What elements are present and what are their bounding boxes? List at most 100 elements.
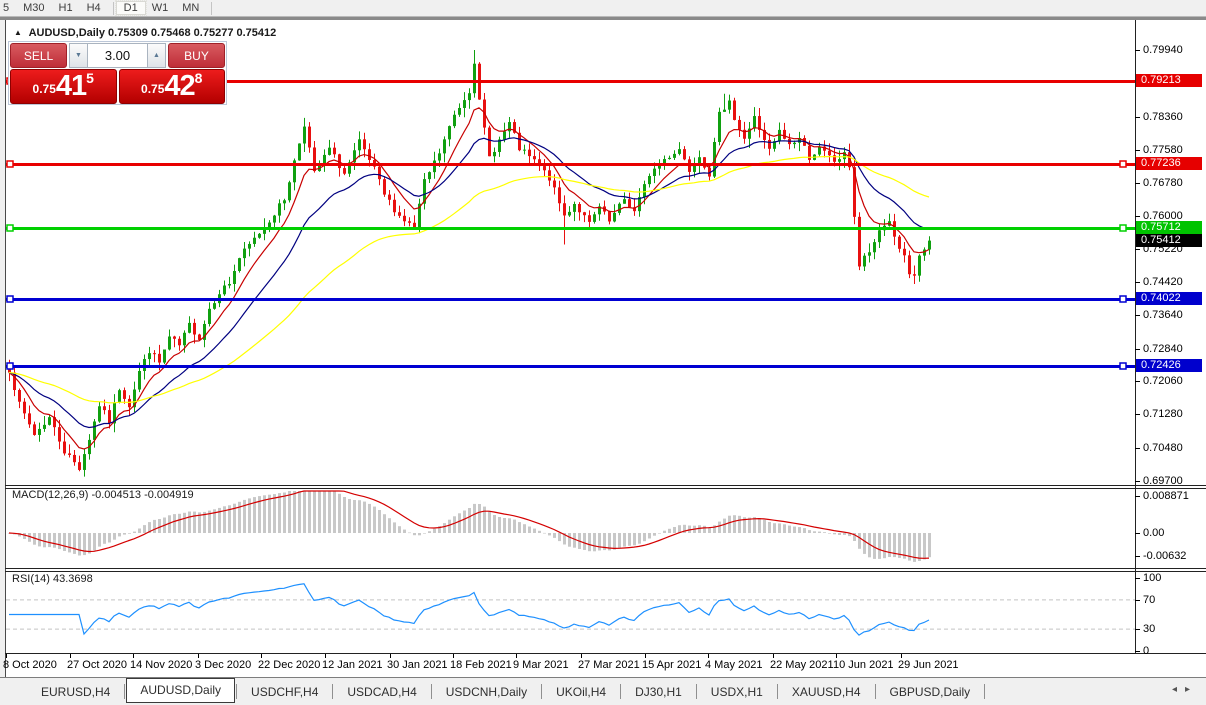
rsi-chart-canvas[interactable] <box>6 572 1135 653</box>
macd-tick-label: -0.00632 <box>1143 550 1187 562</box>
hline-0.75712[interactable] <box>6 227 1135 230</box>
price-tick-mark <box>1135 481 1140 482</box>
tab-usdcad-h4[interactable]: USDCAD,H4 <box>334 682 429 702</box>
hline-0.77236[interactable] <box>6 163 1135 166</box>
timeframe-button-w1[interactable]: W1 <box>144 1 177 15</box>
chart-title: ▲ AUDUSD,Daily 0.75309 0.75468 0.75277 0… <box>14 27 276 39</box>
rsi-tick-label: 70 <box>1143 594 1156 606</box>
price-tick-mark <box>1135 381 1140 382</box>
price-tick-label: 0.74420 <box>1143 276 1183 288</box>
trendline-handle[interactable] <box>6 295 14 303</box>
date-tick-mark <box>516 654 517 658</box>
pane-separator[interactable] <box>5 568 1206 569</box>
timeframe-button-m30[interactable]: M30 <box>15 1 52 15</box>
sell-price-quote[interactable]: 0.75 41 5 <box>10 69 117 104</box>
volume-stepper: ▼ 3.00 ▲ <box>69 43 166 68</box>
price-tick-mark <box>1135 216 1140 217</box>
buy-price-quote[interactable]: 0.75 42 8 <box>118 69 225 104</box>
volume-increase-button[interactable]: ▲ <box>147 43 166 68</box>
macd-tick-mark <box>1135 496 1140 497</box>
tab-dj30-h1[interactable]: DJ30,H1 <box>622 682 695 702</box>
date-tick-label: 22 May 2021 <box>770 659 834 671</box>
rsi-tick-mark <box>1135 629 1140 630</box>
tab-scroll-right-icon[interactable]: ▸ <box>1185 684 1198 695</box>
date-tick-mark <box>6 654 7 658</box>
tab-eurusd-h4[interactable]: EURUSD,H4 <box>28 682 123 702</box>
date-tick-label: 29 Jun 2021 <box>898 659 959 671</box>
candles-group <box>8 50 931 477</box>
date-tick-label: 15 Apr 2021 <box>642 659 702 671</box>
tab-ukoil-h4[interactable]: UKOil,H4 <box>543 682 619 702</box>
tab-usdcnh-daily[interactable]: USDCNH,Daily <box>433 682 540 702</box>
date-tick-label: 8 Oct 2020 <box>3 659 57 671</box>
price-tick-label: 0.69700 <box>1143 475 1183 487</box>
triangle-up-icon: ▲ <box>153 52 160 59</box>
buy-price-pip: 8 <box>194 70 203 86</box>
price-tick-mark <box>1135 448 1140 449</box>
trendline-handle[interactable] <box>1119 160 1127 168</box>
macd-tick-mark <box>1135 533 1140 534</box>
date-tick-label: 9 Mar 2021 <box>513 659 569 671</box>
tab-xauusd-h4[interactable]: XAUUSD,H4 <box>779 682 874 702</box>
date-tick-mark <box>261 654 262 658</box>
price-badge-075712: 0.75712 <box>1136 221 1202 234</box>
trendline-handle[interactable] <box>1119 362 1127 370</box>
timeframe-button-d1[interactable]: D1 <box>114 0 147 16</box>
price-badge-072426: 0.72426 <box>1136 359 1202 372</box>
volume-decrease-button[interactable]: ▼ <box>69 43 88 68</box>
hline-0.74022[interactable] <box>6 298 1135 301</box>
date-tick-label: 3 Dec 2020 <box>195 659 252 671</box>
volume-field[interactable]: 3.00 <box>88 43 147 68</box>
price-tick-mark <box>1135 282 1140 283</box>
sell-button[interactable]: SELL <box>10 43 67 68</box>
price-tick-mark <box>1135 414 1140 415</box>
price-tick-label: 0.72840 <box>1143 343 1183 355</box>
rsi-tick-label: 100 <box>1143 572 1162 584</box>
toolbar-separator <box>211 1 213 15</box>
timeframe-button-h1[interactable]: H1 <box>51 1 81 15</box>
date-tick-label: 27 Mar 2021 <box>578 659 640 671</box>
chart-ohlc-values: 0.75309 0.75468 0.75277 0.75412 <box>108 27 277 39</box>
date-tick-mark <box>325 654 326 658</box>
tab-scroll-left-icon[interactable]: ◂ <box>1172 684 1185 695</box>
date-tick-label: 27 Oct 2020 <box>67 659 127 671</box>
tab-usdx-h1[interactable]: USDX,H1 <box>698 682 776 702</box>
price-tick-mark <box>1135 249 1140 250</box>
macd-tick-mark <box>1135 556 1140 557</box>
macd-histogram <box>8 491 931 562</box>
timeframe-button-h4[interactable]: H4 <box>79 1 109 15</box>
trendline-handle[interactable] <box>6 362 14 370</box>
sell-price-prefix: 0.75 <box>32 82 56 96</box>
price-tick-mark <box>1135 183 1140 184</box>
triangle-down-icon: ▼ <box>75 52 82 59</box>
date-tick-mark <box>581 654 582 658</box>
chart-symbol-label: AUDUSD,Daily <box>28 27 105 39</box>
price-tick-label: 0.77580 <box>1143 144 1183 156</box>
timeframe-button-mn[interactable]: MN <box>174 1 207 15</box>
tab-scroll-arrows: ◂▸ <box>1172 684 1198 695</box>
tab-separator <box>620 684 622 699</box>
trendline-handle[interactable] <box>1119 295 1127 303</box>
price-badge-079213: 0.79213 <box>1136 74 1202 87</box>
collapse-triangle-icon[interactable]: ▲ <box>14 28 22 37</box>
tab-usdchf-h4[interactable]: USDCHF,H4 <box>238 682 331 702</box>
tab-gbpusd-daily[interactable]: GBPUSD,Daily <box>877 682 984 702</box>
price-tick-label: 0.76780 <box>1143 177 1183 189</box>
price-badge-075412: 0.75412 <box>1136 234 1202 247</box>
rsi-tick-mark <box>1135 651 1140 652</box>
price-tick-mark <box>1135 349 1140 350</box>
buy-button[interactable]: BUY <box>168 43 225 68</box>
trendline-handle[interactable] <box>1119 224 1127 232</box>
trendline-handle[interactable] <box>6 224 14 232</box>
tab-audusd-daily[interactable]: AUDUSD,Daily <box>126 677 236 703</box>
price-tick-label: 0.71280 <box>1143 408 1183 420</box>
date-tick-label: 14 Nov 2020 <box>130 659 193 671</box>
hline-0.72426[interactable] <box>6 365 1135 368</box>
date-tick-mark <box>836 654 837 658</box>
buy-price-main: 42 <box>164 70 195 102</box>
price-tick-label: 0.73640 <box>1143 309 1183 321</box>
tab-separator <box>541 684 543 699</box>
pane-separator[interactable] <box>5 485 1206 486</box>
date-tick-mark <box>773 654 774 658</box>
trendline-handle[interactable] <box>6 160 14 168</box>
